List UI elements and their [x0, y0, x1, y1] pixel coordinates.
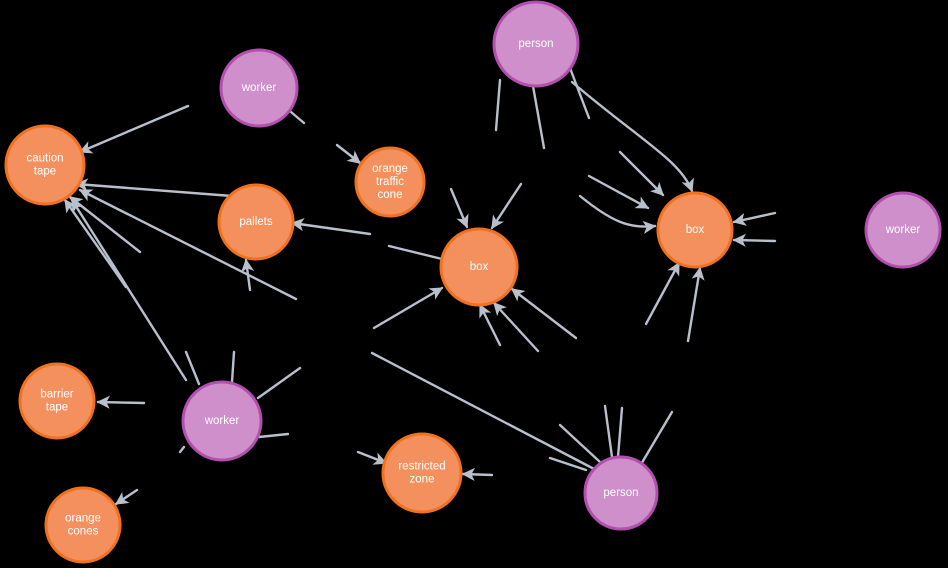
graph-edge	[178, 445, 186, 454]
graph-node-box-right[interactable]: box	[656, 191, 734, 269]
graph-edge	[256, 366, 302, 400]
graph-edge	[570, 80, 694, 193]
graph-edge	[96, 395, 146, 409]
graph-edge	[732, 211, 777, 226]
node-circle[interactable]	[354, 146, 426, 218]
graph-edge	[578, 194, 657, 234]
graph-node-person-bottom[interactable]: person	[583, 455, 659, 531]
graph-node-orange-traffic-cone[interactable]: orange traffic cone	[354, 146, 426, 218]
graph-edge	[372, 286, 444, 330]
node-circle[interactable]	[439, 227, 519, 307]
graph-node-pallets[interactable]: pallets	[217, 183, 295, 261]
graph-edge	[494, 78, 502, 132]
graph-edge	[732, 233, 777, 247]
graph-edge	[335, 143, 362, 165]
node-circle[interactable]	[381, 432, 463, 514]
graph-edge	[548, 456, 588, 472]
graph-edge	[616, 406, 624, 459]
graph-edge	[638, 410, 674, 468]
graph-edge	[74, 178, 234, 198]
graph-edge	[618, 150, 665, 197]
graph-edge	[114, 488, 139, 506]
graph-edge	[461, 467, 494, 482]
graph-node-box-center[interactable]: box	[439, 227, 519, 307]
graph-node-restricted-zone[interactable]: restricted zone	[381, 432, 463, 514]
graph-node-worker-top[interactable]: worker	[219, 48, 299, 128]
graph-edge	[63, 198, 128, 289]
graph-edge	[531, 84, 546, 150]
graph-edge	[78, 104, 190, 154]
node-circle[interactable]	[864, 191, 942, 269]
graph-node-orange-cones[interactable]: orange cones	[44, 486, 122, 564]
graph-edge	[230, 350, 236, 384]
graph-edge	[184, 350, 201, 386]
node-circle[interactable]	[217, 183, 295, 261]
graph-edge	[289, 110, 306, 125]
graph-edge	[510, 287, 578, 340]
graph-edge	[490, 182, 523, 230]
node-circle[interactable]	[492, 0, 580, 88]
node-circle[interactable]	[219, 48, 299, 128]
graph-edge	[587, 174, 650, 210]
graph-edge	[68, 195, 142, 254]
graph-edge	[387, 244, 444, 261]
graph-edge	[603, 404, 614, 459]
node-circle[interactable]	[583, 455, 659, 531]
graph-node-worker-bottom[interactable]: worker	[181, 380, 263, 462]
graph-edge	[356, 450, 388, 465]
node-circle[interactable]	[656, 191, 734, 269]
graph-edge	[644, 261, 681, 326]
graph-edge	[478, 303, 502, 347]
nodes-layer: caution tape worker person orange traffic cone…	[4, 0, 942, 564]
graph-edge	[449, 187, 469, 229]
graph-edge	[70, 198, 188, 382]
graph-node-person-top[interactable]: person	[492, 0, 580, 88]
node-circle[interactable]	[44, 486, 122, 564]
graph-node-worker-right[interactable]: worker	[864, 191, 942, 269]
graph-node-caution-tape[interactable]: caution tape	[4, 124, 86, 206]
node-circle[interactable]	[18, 362, 96, 440]
graph-node-barrier-tape[interactable]: barrier tape	[18, 362, 96, 440]
graph-canvas: caution tape worker person orange traffic cone…	[0, 0, 948, 568]
graph-edge	[290, 218, 372, 236]
graph-edge	[686, 266, 705, 343]
node-circle[interactable]	[4, 124, 86, 206]
node-circle[interactable]	[181, 380, 263, 462]
graph-edge	[558, 423, 602, 464]
graph-svg: caution tape worker person orange traffic cone…	[4, 0, 942, 564]
graph-edge	[257, 432, 290, 439]
